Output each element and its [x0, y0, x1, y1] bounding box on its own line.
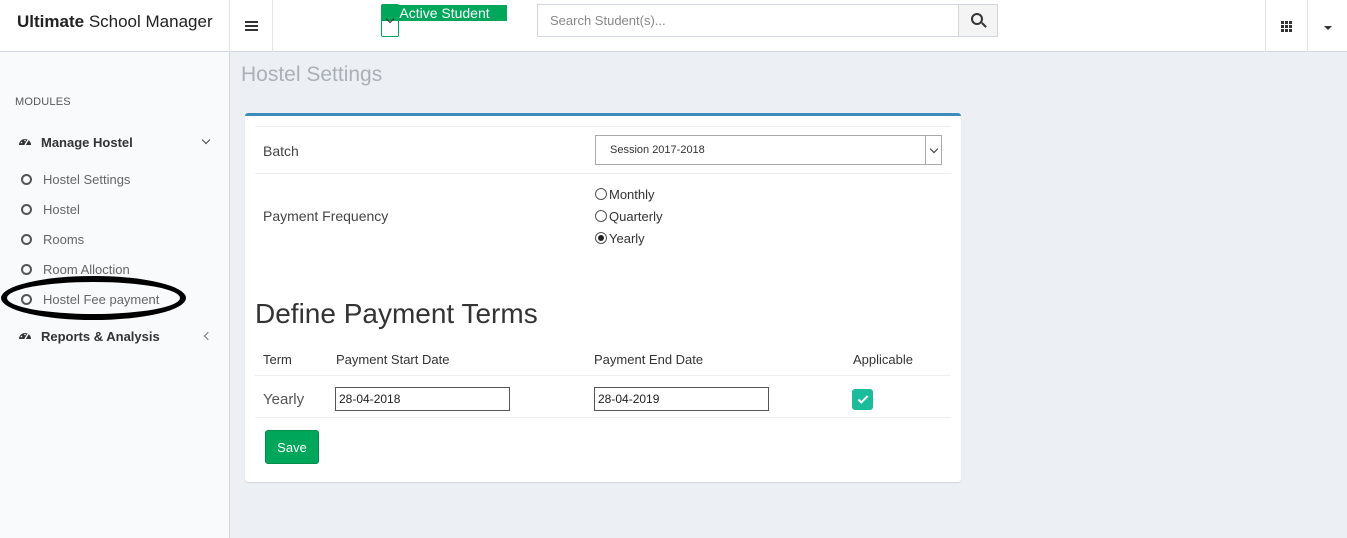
- term-cell: Yearly: [263, 391, 305, 408]
- save-button[interactable]: Save: [265, 430, 319, 464]
- page-title: Hostel Settings: [241, 63, 383, 86]
- hamburger-icon: [244, 25, 258, 27]
- radio-circle[interactable]: [595, 210, 607, 222]
- modules-heading: MODULES: [15, 96, 71, 108]
- user-menu-button[interactable]: [1308, 0, 1347, 52]
- batch-select[interactable]: Session 2017-2018: [595, 135, 942, 165]
- divider: [255, 375, 951, 376]
- caret-down-icon: [1323, 25, 1332, 30]
- sidebar-item-label: Room Alloction: [43, 262, 130, 277]
- chevron-down-icon: [201, 135, 211, 145]
- active-student-label[interactable]: Active Student: [382, 5, 507, 21]
- column-header-end-date: Payment End Date: [594, 352, 704, 367]
- search-icon: [970, 13, 983, 25]
- divider: [255, 126, 951, 127]
- circle-icon: [21, 234, 32, 245]
- batch-label: Batch: [263, 143, 299, 159]
- column-header-term: Term: [263, 352, 292, 367]
- radio-circle-selected[interactable]: [595, 232, 607, 244]
- divider: [255, 173, 951, 174]
- sidebar-item-rooms[interactable]: Rooms: [0, 229, 229, 251]
- sidebar-group-label: Manage Hostel: [41, 134, 133, 150]
- sidebar-group-manage-hostel[interactable]: Manage Hostel: [0, 131, 229, 153]
- dashboard-icon: [19, 333, 31, 340]
- section-title: Define Payment Terms: [255, 298, 538, 329]
- radio-monthly[interactable]: Monthly: [595, 186, 655, 202]
- batch-select-value: Session 2017-2018: [610, 144, 705, 156]
- top-header: Ultimate School Manager Active Student: [0, 0, 1347, 52]
- sidebar-group-label: Reports & Analysis: [41, 328, 160, 344]
- payment-start-date-input[interactable]: [335, 387, 510, 411]
- app-brand[interactable]: Ultimate School Manager: [0, 0, 230, 52]
- circle-icon: [21, 264, 32, 275]
- student-search: [537, 4, 998, 37]
- divider: [255, 417, 951, 418]
- brand-bold: Ultimate: [17, 12, 85, 31]
- dashboard-icon: [19, 139, 31, 146]
- chevron-down-icon: [929, 144, 938, 153]
- circle-icon: [21, 174, 32, 185]
- sidebar-item-hostel-fee-payment[interactable]: Hostel Fee payment: [0, 289, 229, 311]
- search-button[interactable]: [958, 5, 997, 36]
- apps-grid-icon: [1281, 20, 1292, 32]
- radio-quarterly[interactable]: Quarterly: [595, 208, 662, 224]
- chevron-left-icon: [203, 331, 213, 341]
- sidebar-item-label: Rooms: [43, 232, 85, 247]
- circle-icon: [21, 204, 32, 215]
- sidebar: MODULES Manage Hostel Hostel Settings Ho…: [0, 52, 230, 538]
- payment-frequency-label: Payment Frequency: [263, 208, 389, 224]
- select-dropdown-toggle[interactable]: [925, 136, 941, 164]
- sidebar-group-reports-analysis[interactable]: Reports & Analysis: [0, 325, 229, 347]
- sidebar-item-hostel-settings[interactable]: Hostel Settings: [0, 169, 229, 191]
- active-student-button[interactable]: Active Student: [381, 4, 507, 37]
- radio-label: Monthly: [609, 186, 655, 202]
- sidebar-item-label: Hostel: [43, 202, 80, 217]
- search-input[interactable]: [538, 5, 958, 36]
- column-header-applicable: Applicable: [853, 352, 913, 367]
- brand-rest: School Manager: [88, 12, 213, 31]
- sidebar-item-room-alloction[interactable]: Room Alloction: [0, 259, 229, 281]
- hostel-settings-panel: Batch Session 2017-2018 Payment Frequenc…: [245, 113, 961, 482]
- sidebar-item-label: Hostel Settings: [43, 172, 131, 187]
- apps-menu-button[interactable]: [1265, 0, 1308, 52]
- radio-circle[interactable]: [595, 188, 607, 200]
- column-header-start-date: Payment Start Date: [336, 352, 450, 367]
- sidebar-toggle-button[interactable]: [230, 0, 273, 52]
- radio-label: Yearly: [609, 230, 645, 246]
- circle-icon: [21, 294, 32, 305]
- applicable-checkbox[interactable]: [852, 389, 873, 410]
- sidebar-item-hostel[interactable]: Hostel: [0, 199, 229, 221]
- payment-end-date-input[interactable]: [594, 387, 769, 411]
- sidebar-item-label: Hostel Fee payment: [43, 292, 160, 307]
- radio-yearly[interactable]: Yearly: [595, 230, 645, 246]
- radio-label: Quarterly: [609, 208, 663, 224]
- check-icon: [857, 393, 868, 404]
